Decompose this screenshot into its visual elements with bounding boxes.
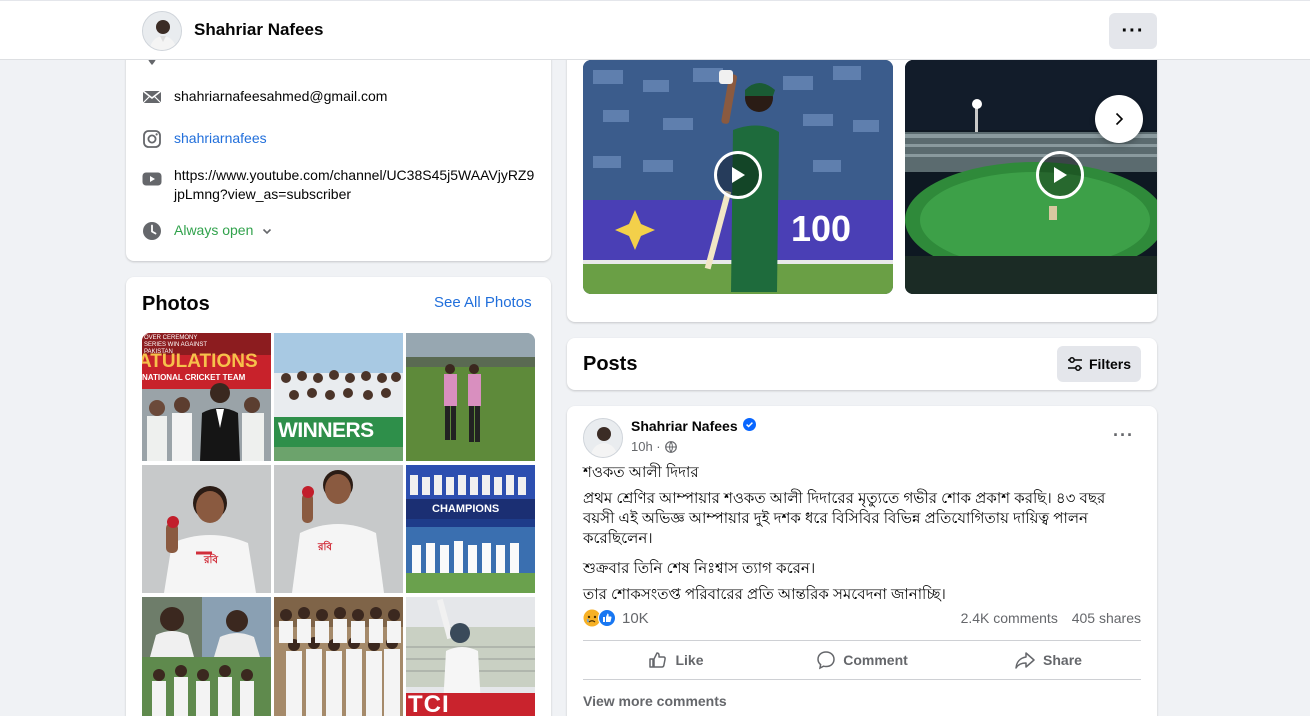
hours-row: Always open (142, 221, 273, 242)
page-header: Shahriar Nafees ··· (0, 0, 1310, 60)
posts-header-card: Posts Filters (567, 338, 1157, 390)
youtube-link[interactable]: https://www.youtube.com/channel/UC38S45j… (174, 166, 536, 204)
share-button[interactable]: Share (955, 642, 1141, 678)
photo-thumbnail[interactable]: রবি (274, 465, 403, 593)
post-more-options-button[interactable]: ··· (1113, 426, 1134, 444)
post-paragraph: প্রথম শ্রেণির আম্পায়ার শওকত আলী দিদারের… (583, 490, 1106, 547)
globe-icon (664, 440, 677, 453)
profile-name[interactable]: Shahriar Nafees (194, 20, 323, 40)
shares-count[interactable]: 405 shares (1072, 610, 1141, 626)
post-divider (583, 679, 1141, 680)
post-paragraph: তার শোকসংতপ্ত পরিবারের প্রতি আন্তরিক সমব… (583, 586, 946, 603)
post-stats: 2.4K comments 405 shares (961, 610, 1141, 626)
post-author-name[interactable]: Shahriar Nafees (631, 418, 756, 434)
profile-avatar[interactable] (142, 11, 182, 51)
chevron-right-icon[interactable] (1095, 95, 1143, 143)
comments-count[interactable]: 2.4K comments (961, 610, 1058, 626)
play-icon[interactable] (714, 151, 762, 199)
post-author-avatar[interactable] (583, 418, 623, 458)
photo-thumbnail[interactable]: OVER CEREMONY SERIES WIN AGAINST PAKISTA… (142, 333, 271, 461)
filters-button[interactable]: Filters (1057, 346, 1141, 382)
reaction-count: 10K (622, 609, 649, 627)
post-timestamp[interactable]: 10h · (631, 439, 677, 454)
verified-badge-icon (742, 418, 756, 434)
photo-thumbnail[interactable]: রবি (142, 465, 271, 593)
clock-icon (142, 221, 162, 241)
comment-icon (817, 651, 835, 670)
video-thumbnail[interactable]: 100 (583, 60, 893, 294)
view-more-comments-link[interactable]: View more comments (583, 693, 727, 709)
email-icon (142, 87, 162, 107)
instagram-link[interactable]: shahriarnafees (174, 129, 267, 148)
posts-title: Posts (583, 353, 638, 375)
intro-card: shahriarnafeesahmed@gmail.com shahriarna… (126, 40, 551, 261)
instagram-icon (142, 129, 162, 149)
photo-thumbnail[interactable]: TCI (406, 597, 535, 716)
email-row: shahriarnafeesahmed@gmail.com (142, 87, 387, 107)
more-options-button[interactable]: ··· (1109, 13, 1157, 49)
photo-grid: OVER CEREMONY SERIES WIN AGAINST PAKISTA… (142, 333, 535, 716)
photos-title: Photos (142, 293, 210, 315)
photo-thumbnail[interactable]: CHAMPIONS (406, 465, 535, 593)
youtube-icon (142, 169, 162, 189)
post-paragraph: শুক্রবার তিনি শেষ নিঃশ্বাস ত্যাগ করেন। (583, 560, 816, 577)
photos-card: Photos See All Photos OVER CEREMONY SERI… (126, 277, 551, 716)
filters-icon (1067, 357, 1082, 371)
post-body: শওকত আলী দিদার প্রথম শ্রেণির আম্পায়ার শ… (583, 463, 1133, 615)
videos-card: 100 (567, 40, 1157, 322)
post-divider (583, 640, 1141, 641)
photo-thumbnail[interactable] (406, 333, 535, 461)
like-icon (649, 652, 667, 668)
see-all-photos-link[interactable]: See All Photos (434, 294, 532, 311)
instagram-row: shahriarnafees (142, 129, 267, 149)
photo-thumbnail[interactable] (274, 597, 403, 716)
hours-text[interactable]: Always open (174, 221, 253, 240)
comment-button[interactable]: Comment (769, 642, 955, 678)
post-heading: শওকত আলী দিদার (583, 464, 699, 481)
photo-thumbnail[interactable] (142, 597, 271, 716)
like-button[interactable]: Like (583, 642, 769, 678)
email-text[interactable]: shahriarnafeesahmed@gmail.com (174, 87, 387, 106)
post-actions: Like Comment Share (583, 642, 1141, 678)
photo-thumbnail[interactable]: WINNERS (274, 333, 403, 461)
play-icon[interactable] (1036, 151, 1084, 199)
reactions-summary[interactable]: 10K (583, 609, 649, 627)
share-icon (1015, 652, 1035, 669)
post-card: Shahriar Nafees 10h · ··· শওকত আলী দিদার… (567, 406, 1157, 716)
like-reaction-icon (598, 609, 616, 627)
chevron-down-icon[interactable] (261, 224, 273, 242)
youtube-row: https://www.youtube.com/channel/UC38S45j… (142, 166, 536, 204)
